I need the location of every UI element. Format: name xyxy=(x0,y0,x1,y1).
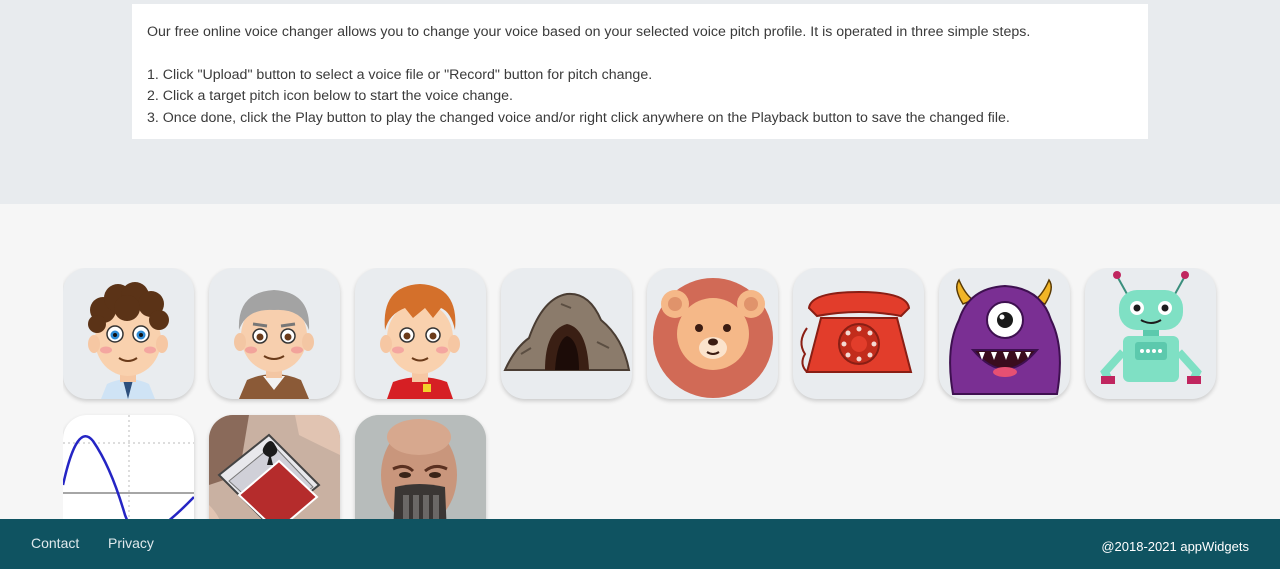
pitch-telephone-button[interactable] xyxy=(793,268,924,399)
top-band: Our free online voice changer allows you… xyxy=(0,0,1280,204)
footer-copyright: @2018-2021 appWidgets xyxy=(1101,539,1249,554)
monster-icon xyxy=(949,278,1061,395)
instruction-step-3: 3. Once done, click the Play button to p… xyxy=(147,109,1010,126)
robot-icon xyxy=(1100,271,1202,384)
pitch-playing-cards-button[interactable] xyxy=(209,415,340,519)
masked-villain-icon xyxy=(355,415,486,519)
pitch-cave-button[interactable] xyxy=(501,268,632,399)
pitch-sine-wave-button[interactable] xyxy=(63,415,194,519)
pitch-icon-grid xyxy=(63,268,1223,519)
pitch-bear-button[interactable] xyxy=(647,268,778,399)
pitch-old-man-button[interactable] xyxy=(209,268,340,399)
pitch-man-button[interactable] xyxy=(63,268,194,399)
cave-icon xyxy=(503,292,631,371)
footer-contact-link[interactable]: Contact xyxy=(31,535,79,551)
playing-cards-icon xyxy=(209,415,340,519)
boy-icon xyxy=(380,284,460,399)
old-man-icon xyxy=(234,290,314,399)
pitch-monster-button[interactable] xyxy=(939,268,1070,399)
sine-wave-icon xyxy=(63,415,194,519)
pitch-boy-button[interactable] xyxy=(355,268,486,399)
pitch-robot-button[interactable] xyxy=(1085,268,1216,399)
footer: Contact Privacy @2018-2021 appWidgets xyxy=(0,519,1280,569)
footer-privacy-link[interactable]: Privacy xyxy=(108,535,154,551)
pitch-masked-villain-button[interactable] xyxy=(355,415,486,519)
instructions-panel: Our free online voice changer allows you… xyxy=(132,4,1148,139)
man-icon xyxy=(88,282,169,399)
telephone-icon xyxy=(800,290,913,373)
instructions-intro: Our free online voice changer allows you… xyxy=(147,24,1031,40)
bear-icon xyxy=(653,278,773,398)
instruction-step-1: 1. Click "Upload" button to select a voi… xyxy=(147,66,653,83)
instruction-step-2: 2. Click a target pitch icon below to st… xyxy=(147,88,513,104)
